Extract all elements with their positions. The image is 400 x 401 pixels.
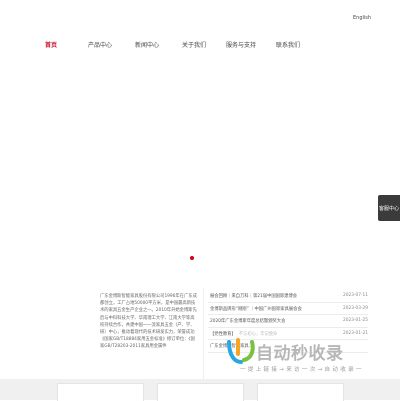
section-divider [203, 288, 204, 383]
feature-card[interactable] [57, 383, 144, 401]
news-date: 2023-01-25 [343, 318, 368, 323]
list-item[interactable]: 金博斯品牌形“刚刚” ｜中国广州国际家具展会会 2023-03-29 [208, 303, 368, 315]
news-date: 2023-01-21 [343, 330, 368, 336]
news-title: 2020年广东金博斯年度总结暨颁奖大会 [210, 319, 286, 324]
watermark-name: 自动秒收录 [256, 344, 344, 364]
slider-pagination-dot[interactable] [190, 256, 194, 260]
watermark-overlay: 自动秒收录 一 提 上 链 接 → 来 访 一 次 → 自 动 收 录 一 [226, 336, 386, 376]
main-nav: 首页 产品中心 新闻中心 关于我们 服务与支持 联系我们 [0, 40, 400, 52]
news-date: 2023-07-11 [343, 293, 368, 298]
about-intro-text: 广东金博斯智能家具股份有限公司1996年在广东成都创立，工厂占地50000平方米… [100, 294, 197, 350]
watermark-tagline: 一 提 上 链 接 → 来 访 一 次 → 自 动 收 录 一 [240, 367, 362, 373]
nav-item-news[interactable]: 新闻中心 [135, 40, 159, 49]
news-title: 展会回顾｜来自万科｜第21届中国国际建博会 [210, 294, 298, 299]
list-item[interactable]: 展会回顾｜来自万科｜第21届中国国际建博会 2023-07-11 [208, 290, 368, 303]
news-date: 2023-03-29 [343, 305, 368, 311]
news-title: 金博斯品牌形“刚刚” ｜中国广州国际家具展会会 [210, 306, 302, 312]
watermark-logo-icon [227, 338, 255, 364]
nav-item-contact[interactable]: 联系我们 [276, 40, 300, 49]
list-item[interactable]: 2020年广东金博斯年度总结暨颁奖大会 2023-01-25 [208, 315, 368, 328]
nav-item-home[interactable]: 首页 [45, 40, 57, 49]
nav-item-service[interactable]: 服务与支持 [226, 40, 256, 49]
feature-card[interactable] [157, 383, 244, 401]
nav-item-products[interactable]: 产品中心 [88, 40, 112, 49]
language-switch-link[interactable]: English [353, 15, 371, 21]
feature-card[interactable] [257, 383, 344, 401]
nav-item-about[interactable]: 关于我们 [182, 40, 206, 49]
customer-service-side-tab[interactable]: 客服中心 [378, 195, 400, 221]
